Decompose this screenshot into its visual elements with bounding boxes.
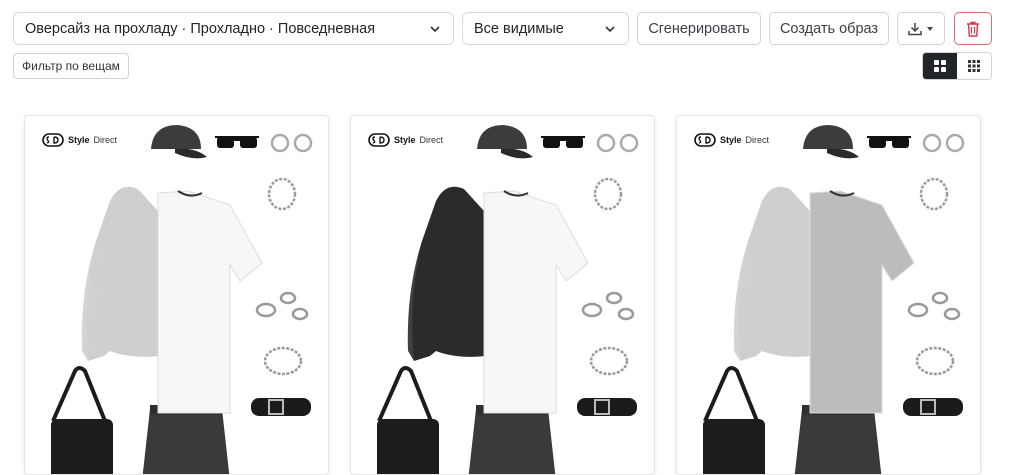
outfit-look-item bbox=[81, 186, 263, 474]
outfit-card[interactable]: Style Direct bbox=[676, 115, 981, 475]
large-grid-icon bbox=[934, 60, 946, 72]
brand-mark-icon bbox=[368, 133, 390, 147]
create-look-button[interactable]: Создать образ bbox=[769, 12, 889, 45]
brand-mark-icon bbox=[694, 133, 716, 147]
brand-name-light: Direct bbox=[93, 135, 118, 145]
chevron-down-icon bbox=[430, 26, 440, 33]
brand-name-bold: Style bbox=[68, 135, 90, 145]
large-grid-view-button[interactable] bbox=[923, 53, 957, 79]
outfit-card[interactable]: Style Direct bbox=[350, 115, 655, 475]
create-look-button-label: Создать образ bbox=[779, 20, 879, 37]
outfit-look-item bbox=[733, 186, 915, 474]
brand-name-bold: Style bbox=[394, 135, 416, 145]
brand-logo: Style Direct bbox=[42, 133, 117, 147]
brand-name-light: Direct bbox=[419, 135, 444, 145]
outfit-select[interactable]: Оверсайз на прохладу · Прохладно · Повсе… bbox=[13, 12, 454, 45]
outfit-look-item bbox=[407, 186, 589, 474]
filter-by-items-label: Фильтр по вещам bbox=[22, 59, 120, 73]
cap-item bbox=[477, 125, 533, 159]
generate-button-label: Сгенерировать bbox=[648, 20, 750, 37]
trash-icon bbox=[967, 21, 979, 37]
small-grid-icon bbox=[968, 60, 980, 72]
download-dropdown-button[interactable] bbox=[897, 12, 945, 45]
toolbar: Оверсайз на прохладу · Прохладно · Повсе… bbox=[13, 12, 992, 45]
brand-name-bold: Style bbox=[720, 135, 742, 145]
earrings-item bbox=[922, 133, 965, 153]
cap-item bbox=[151, 125, 207, 159]
sunglasses-item bbox=[215, 136, 259, 148]
filter-by-items-button[interactable]: Фильтр по вещам bbox=[13, 53, 129, 79]
brand-logo: Style Direct bbox=[368, 133, 443, 147]
view-toggle bbox=[922, 52, 992, 80]
necklace-item bbox=[919, 177, 949, 211]
brand-mark-icon bbox=[42, 133, 64, 147]
earrings-item bbox=[270, 133, 313, 153]
outfit-card[interactable]: Style Direct bbox=[24, 115, 329, 475]
chevron-down-icon bbox=[605, 26, 615, 33]
delete-button[interactable] bbox=[954, 12, 992, 45]
sunglasses-item bbox=[867, 136, 911, 148]
small-grid-view-button[interactable] bbox=[957, 53, 991, 79]
generate-button[interactable]: Сгенерировать bbox=[637, 12, 761, 45]
brand-name-light: Direct bbox=[745, 135, 770, 145]
sunglasses-item bbox=[541, 136, 585, 148]
caret-down-icon bbox=[927, 26, 933, 31]
brand-logo: Style Direct bbox=[694, 133, 769, 147]
necklace-item bbox=[267, 177, 297, 211]
download-icon bbox=[908, 22, 922, 35]
visibility-select[interactable]: Все видимые bbox=[462, 12, 629, 45]
visibility-select-value: Все видимые bbox=[474, 20, 564, 37]
necklace-item bbox=[593, 177, 623, 211]
earrings-item bbox=[596, 133, 639, 153]
outfit-select-value: Оверсайз на прохладу · Прохладно · Повсе… bbox=[25, 20, 376, 37]
cap-item bbox=[803, 125, 859, 159]
